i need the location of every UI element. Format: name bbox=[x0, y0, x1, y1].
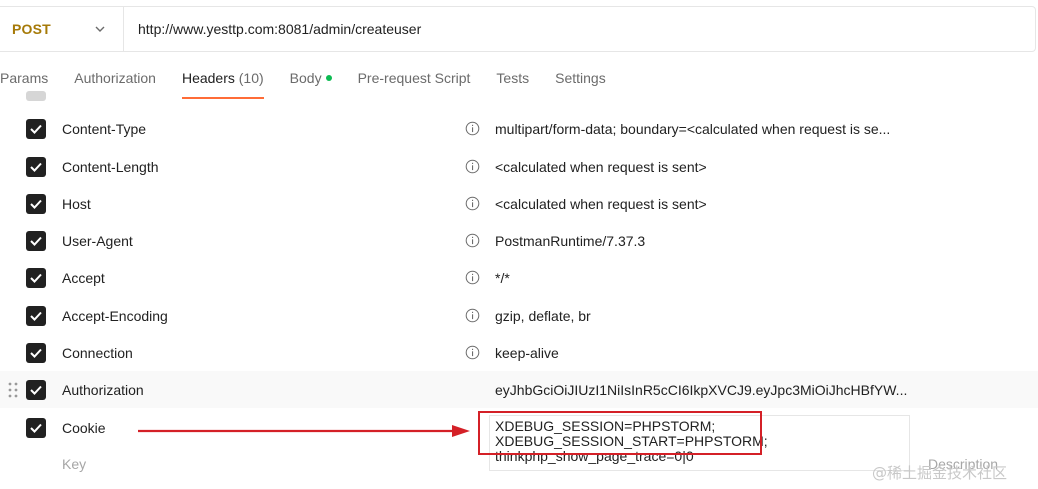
checkmark-icon bbox=[30, 124, 42, 134]
header-checkbox[interactable] bbox=[26, 230, 46, 251]
header-checkbox[interactable] bbox=[26, 156, 46, 177]
headers-count: (10) bbox=[238, 70, 264, 86]
tab-label: Authorization bbox=[74, 70, 156, 86]
tab-label: Body bbox=[289, 70, 322, 86]
header-value[interactable]: <calculated when request is sent> bbox=[495, 196, 707, 212]
header-checkbox[interactable] bbox=[26, 305, 46, 326]
header-value[interactable]: PostmanRuntime/7.37.3 bbox=[495, 233, 645, 249]
header-key[interactable]: Content-Type bbox=[62, 121, 146, 137]
header-key[interactable]: Accept bbox=[62, 270, 105, 286]
checkmark-icon bbox=[30, 236, 42, 246]
header-value[interactable]: <calculated when request is sent> bbox=[495, 159, 707, 175]
info-icon[interactable] bbox=[465, 159, 480, 174]
header-row: Host <calculated when request is sent> bbox=[0, 185, 1038, 222]
tab-label: Pre-request Script bbox=[357, 70, 471, 86]
header-value[interactable]: eyJhbGciOiJIUzI1NiIsInR5cCI6IkpXVCJ9.eyJ… bbox=[495, 382, 907, 398]
key-placeholder[interactable]: Key bbox=[62, 456, 86, 472]
tab-label: Tests bbox=[496, 70, 530, 86]
body-modified-dot bbox=[325, 75, 332, 81]
header-row-partial bbox=[0, 91, 1038, 101]
header-row: Accept-Encoding gzip, deflate, br bbox=[0, 297, 1038, 334]
chevron-down-icon bbox=[95, 26, 105, 32]
url-bar: POST bbox=[0, 6, 1036, 52]
header-key[interactable]: Accept-Encoding bbox=[62, 308, 168, 324]
method-select[interactable]: POST bbox=[0, 7, 124, 51]
header-checkbox[interactable] bbox=[26, 91, 46, 101]
url-input[interactable] bbox=[124, 7, 1035, 51]
info-icon[interactable] bbox=[465, 308, 480, 323]
postman-request-panel: POST Params Authorization Headers (10) B… bbox=[0, 0, 1038, 489]
checkmark-icon bbox=[30, 385, 42, 395]
header-checkbox[interactable] bbox=[26, 118, 46, 139]
header-checkbox[interactable] bbox=[26, 417, 46, 438]
info-icon[interactable] bbox=[465, 121, 480, 136]
checkmark-icon bbox=[30, 162, 42, 172]
tab-label: Headers bbox=[181, 70, 235, 86]
info-icon[interactable] bbox=[465, 270, 480, 285]
header-key[interactable]: Connection bbox=[62, 345, 133, 361]
header-checkbox[interactable] bbox=[26, 342, 46, 363]
checkmark-icon bbox=[30, 199, 42, 209]
checkmark-icon bbox=[30, 348, 42, 358]
header-value[interactable]: */* bbox=[495, 270, 510, 286]
drag-handle-icon[interactable] bbox=[8, 382, 18, 398]
header-row: Content-Type multipart/form-data; bounda… bbox=[0, 110, 1038, 147]
header-key[interactable]: Host bbox=[62, 196, 91, 212]
header-checkbox[interactable] bbox=[26, 193, 46, 214]
header-value[interactable]: multipart/form-data; boundary=<calculate… bbox=[495, 121, 890, 137]
tab-label: Params bbox=[0, 70, 49, 86]
header-row: Authorization eyJhbGciOiJIUzI1NiIsInR5cC… bbox=[0, 371, 1038, 408]
header-key[interactable]: User-Agent bbox=[62, 233, 133, 249]
checkmark-icon bbox=[30, 311, 42, 321]
annotation-arrow-icon bbox=[138, 425, 470, 437]
header-row: Content-Length <calculated when request … bbox=[0, 148, 1038, 185]
header-value[interactable]: keep-alive bbox=[495, 345, 559, 361]
info-icon[interactable] bbox=[465, 233, 480, 248]
header-row: User-Agent PostmanRuntime/7.37.3 bbox=[0, 222, 1038, 259]
header-key[interactable]: Authorization bbox=[62, 382, 144, 398]
header-key[interactable]: Cookie bbox=[62, 420, 106, 436]
tab-label: Settings bbox=[555, 70, 606, 86]
header-value[interactable]: gzip, deflate, br bbox=[495, 308, 591, 324]
header-key[interactable]: Content-Length bbox=[62, 159, 159, 175]
checkmark-icon bbox=[30, 423, 42, 433]
method-label: POST bbox=[12, 21, 51, 37]
info-icon[interactable] bbox=[465, 345, 480, 360]
checkmark-icon bbox=[30, 273, 42, 283]
annotation-highlight-box bbox=[478, 411, 762, 455]
info-icon[interactable] bbox=[465, 196, 480, 211]
header-row: Accept */* bbox=[0, 259, 1038, 296]
header-row: Connection keep-alive bbox=[0, 334, 1038, 371]
watermark: @稀土掘金技术社区 bbox=[872, 464, 1008, 482]
header-checkbox[interactable] bbox=[26, 267, 46, 288]
header-checkbox[interactable] bbox=[26, 379, 46, 400]
